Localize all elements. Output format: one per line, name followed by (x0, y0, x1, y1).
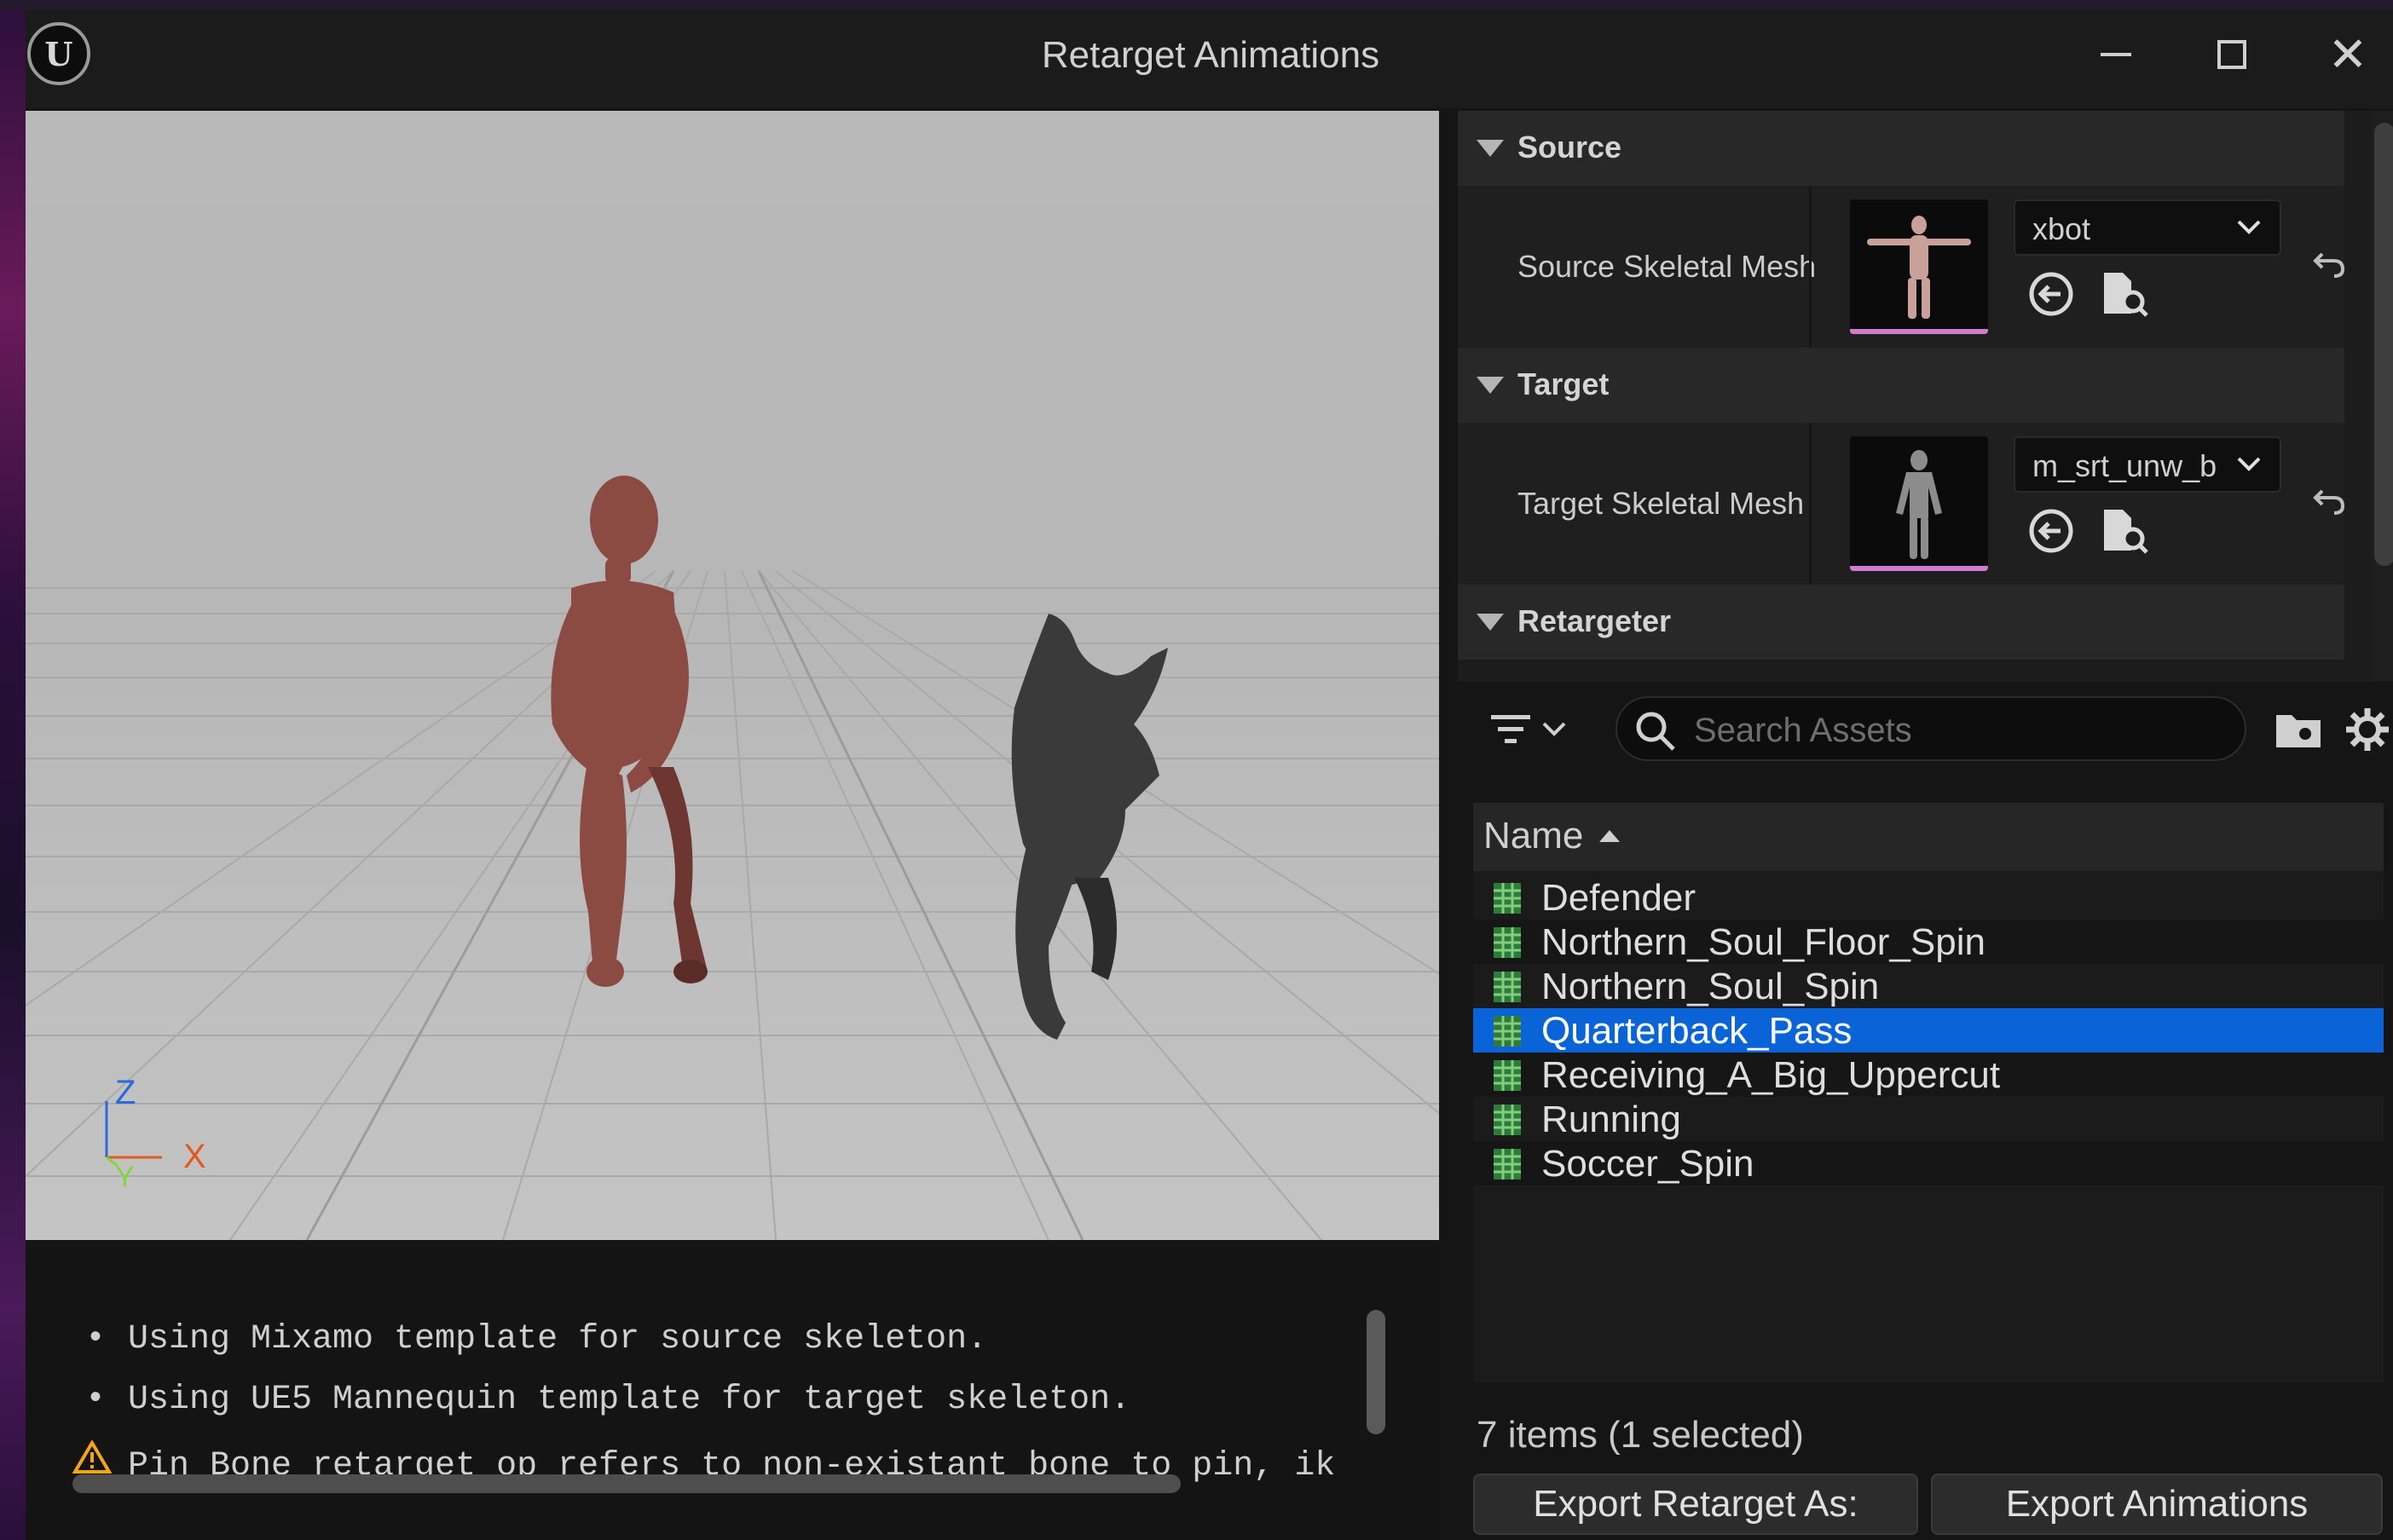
section-retargeter-label: Retargeter (1517, 603, 1672, 638)
section-target-label: Target (1517, 366, 1610, 401)
target-mesh-thumbnail[interactable] (1850, 436, 1988, 571)
collapse-arrow-icon (1477, 614, 1504, 631)
desktop-top-edge (0, 0, 2393, 10)
list-item-label: Running (1541, 1099, 1681, 1140)
target-character (1011, 614, 1168, 1040)
name-column-header[interactable]: Name (1473, 803, 2384, 871)
collapse-arrow-icon (1477, 377, 1504, 394)
desktop-background (0, 0, 26, 1540)
search-input[interactable]: Search Assets (1694, 712, 1912, 750)
log-horizontal-scrollbar[interactable] (72, 1474, 1181, 1493)
details-scrollbar[interactable] (2374, 123, 2393, 566)
bullet-icon: • (85, 1320, 107, 1358)
asset-picker: Search Assets Name Defender Northern_Sou… (1458, 688, 2393, 1540)
export-animations-button[interactable]: Export Animations (1931, 1474, 2383, 1535)
minimize-button[interactable] (2073, 20, 2159, 89)
name-column-label: Name (1483, 815, 1584, 857)
section-retargeter[interactable]: Retargeter (1458, 585, 2344, 660)
log-line: • Using UE5 Mannequin template for target… (85, 1381, 1130, 1419)
chevron-down-icon (2232, 210, 2266, 248)
title-bar[interactable]: U Retarget Animations ✕ (26, 10, 2393, 108)
message-log: • Using Mixamo template for source skelet… (26, 1250, 1439, 1540)
column-divider[interactable] (1809, 186, 1812, 348)
animation-sequence-icon (1492, 1147, 1523, 1181)
log-line: • Using Mixamo template for source skelet… (85, 1320, 987, 1358)
source-mesh-thumbnail[interactable] (1850, 199, 1988, 334)
asset-list: Name Defender Northern_Soul_Floor_Spin N… (1473, 803, 2384, 1382)
section-source[interactable]: Source (1458, 111, 2344, 186)
target-mesh-value: m_srt_unw_b (2032, 448, 2217, 483)
axis-label-x: X (183, 1138, 206, 1175)
preview-viewport[interactable]: Z X Y (26, 111, 1439, 1240)
animation-sequence-icon (1492, 1014, 1523, 1048)
source-skeletal-mesh-label: Source Skeletal Mesh (1517, 249, 1817, 284)
browse-asset-icon[interactable] (2097, 505, 2150, 557)
source-mesh-dropdown[interactable]: xbot (2014, 199, 2281, 256)
floor-grid (26, 570, 1439, 1240)
log-vertical-scrollbar[interactable] (1367, 1310, 1385, 1434)
source-skeletal-mesh-row: Source Skeletal Mesh xbot (1458, 186, 2345, 348)
list-item-selected[interactable]: Quarterback_Pass (1473, 1008, 2384, 1053)
window-title: Retarget Animations (1041, 34, 1380, 76)
sort-ascending-icon (1599, 830, 1620, 842)
maximize-icon (2217, 40, 2246, 69)
source-mesh-value: xbot (2032, 211, 2091, 246)
list-item[interactable]: Receiving_A_Big_Uppercut (1473, 1053, 2384, 1097)
export-retarget-assets-button[interactable]: Export Retarget As: (1473, 1474, 1918, 1535)
search-assets-box[interactable]: Search Assets (1616, 696, 2246, 761)
maximize-button[interactable] (2189, 20, 2275, 89)
animation-sequence-icon (1492, 1058, 1523, 1093)
reset-to-default-icon[interactable] (2310, 482, 2348, 520)
filter-icon (1491, 715, 1566, 743)
axis-label-y: Y (115, 1161, 135, 1193)
log-text: Using Mixamo template for source skeleto… (128, 1320, 988, 1358)
target-skeletal-mesh-label: Target Skeletal Mesh (1517, 486, 1805, 521)
list-item[interactable]: Northern_Soul_Spin (1473, 964, 2384, 1008)
retarget-animations-window: U Retarget Animations ✕ Z X Y • Using Mi… (26, 10, 2393, 1540)
column-divider[interactable] (1809, 423, 1812, 585)
section-source-label: Source (1517, 130, 1622, 164)
list-item-label: Northern_Soul_Floor_Spin (1541, 921, 1985, 963)
list-item-label: Quarterback_Pass (1541, 1010, 1853, 1052)
animation-sequence-icon (1492, 970, 1523, 1004)
settings-gear-icon[interactable] (2344, 707, 2390, 753)
animation-sequence-icon (1492, 926, 1523, 960)
use-selected-asset-icon[interactable] (2025, 505, 2078, 557)
bullet-icon: • (85, 1381, 107, 1419)
reset-to-default-icon[interactable] (2310, 245, 2348, 283)
list-item-label: Receiving_A_Big_Uppercut (1541, 1054, 2001, 1096)
list-item-label: Defender (1541, 877, 1696, 919)
search-icon (1633, 708, 1679, 758)
browse-asset-icon[interactable] (2097, 268, 2150, 320)
target-skeletal-mesh-row: Target Skeletal Mesh m_srt_unw_b (1458, 423, 2345, 585)
collapse-arrow-icon (1477, 140, 1504, 157)
source-character (551, 476, 708, 987)
axis-label-z: Z (115, 1074, 136, 1111)
details-panel: Source Source Skeletal Mesh xbot Target … (1458, 111, 2374, 682)
animation-sequence-icon (1492, 881, 1523, 915)
filter-button[interactable] (1488, 705, 1581, 756)
use-selected-asset-icon[interactable] (2025, 268, 2078, 320)
list-item-label: Soccer_Spin (1541, 1143, 1754, 1185)
list-item[interactable]: Soccer_Spin (1473, 1141, 2384, 1185)
folder-path-icon[interactable] (2275, 708, 2322, 751)
close-icon: ✕ (2327, 27, 2368, 81)
item-count-status: 7 items (1 selected) (1477, 1414, 1804, 1456)
log-text: Using UE5 Mannequin template for target … (128, 1381, 1131, 1419)
target-mesh-dropdown[interactable]: m_srt_unw_b (2014, 436, 2281, 493)
section-target[interactable]: Target (1458, 348, 2344, 423)
viewport-scene (26, 476, 1439, 1240)
list-item[interactable]: Running (1473, 1097, 2384, 1141)
chevron-down-icon (2232, 447, 2266, 485)
list-item[interactable]: Northern_Soul_Floor_Spin (1473, 920, 2384, 964)
animation-sequence-icon (1492, 1103, 1523, 1137)
minimize-icon (2101, 53, 2131, 56)
list-item-label: Northern_Soul_Spin (1541, 966, 1880, 1007)
close-button[interactable]: ✕ (2305, 20, 2390, 89)
list-item[interactable]: Defender (1473, 875, 2384, 920)
